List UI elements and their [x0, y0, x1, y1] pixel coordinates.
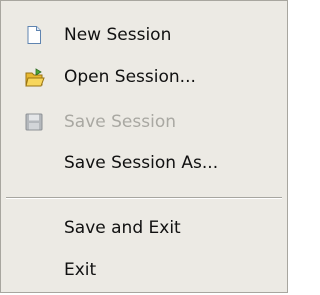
save-disk-icon	[24, 112, 44, 132]
menu-item-exit[interactable]: Exit	[2, 252, 286, 288]
menu-item-label: Save Session	[64, 112, 176, 132]
menu-item-save-session-as[interactable]: Save Session As...	[2, 145, 286, 181]
menu-item-label: Exit	[64, 260, 97, 280]
menu-item-open-session[interactable]: Open Session...	[2, 59, 286, 95]
menu-item-label: Save Session As...	[64, 153, 219, 173]
session-menu: New Session Open Session... Save Session…	[0, 0, 288, 293]
menu-separator	[6, 197, 282, 199]
menu-item-label: Open Session...	[64, 67, 196, 87]
new-document-icon	[24, 25, 44, 45]
menu-item-save-session[interactable]: Save Session	[2, 104, 286, 140]
menu-item-label: Save and Exit	[64, 218, 181, 238]
open-folder-icon	[24, 67, 45, 87]
menu-item-save-and-exit[interactable]: Save and Exit	[2, 210, 286, 246]
menu-item-new-session[interactable]: New Session	[2, 17, 286, 53]
menu-item-label: New Session	[64, 25, 172, 45]
